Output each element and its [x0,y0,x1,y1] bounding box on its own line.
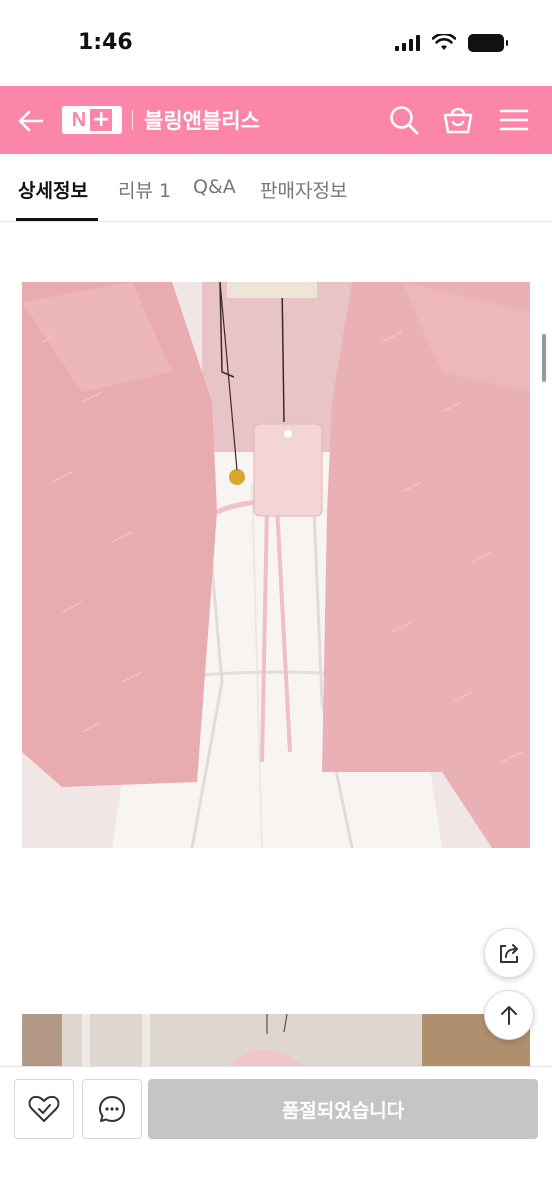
header-divider [132,110,133,130]
shop-name[interactable]: 블링앤블리스 [144,105,260,135]
arrow-up-icon [501,1006,517,1025]
scrollbar[interactable] [542,334,546,382]
battery-icon [468,34,508,52]
wifi-icon [432,34,456,50]
cellular-signal-icon [395,35,420,51]
app-header: N + 블링앤블리스 [0,86,552,154]
share-button[interactable] [484,928,534,978]
status-bar: 1:46 [0,0,552,88]
logo-plus: + [90,107,113,132]
scroll-to-top-button[interactable] [484,990,534,1040]
active-tab-indicator [16,218,98,221]
tab-seller-info[interactable]: 판매자정보 [260,176,347,203]
tab-details[interactable]: 상세정보 [18,176,88,203]
product-tabs: 상세정보 리뷰 1 Q&A 판매자정보 [0,154,552,222]
logo-letter: N [71,108,87,131]
status-time: 1:46 [78,30,133,55]
share-icon [500,944,518,963]
product-image [22,282,530,848]
heart-check-icon [28,1095,60,1122]
nplus-logo[interactable]: N + [62,106,122,134]
shopping-bag-icon[interactable] [442,104,474,136]
product-image-secondary [22,1014,530,1074]
sold-out-button[interactable]: 품절되었습니다 [148,1079,538,1139]
menu-icon[interactable] [498,104,530,136]
chat-button[interactable] [82,1079,142,1139]
status-icons [395,34,508,52]
tab-qna[interactable]: Q&A [193,176,236,198]
wishlist-button[interactable] [14,1079,74,1139]
search-icon[interactable] [388,104,420,136]
back-arrow-icon[interactable] [16,106,46,136]
bottom-action-bar: 품절되었습니다 [0,1066,552,1200]
chat-bubble-icon [99,1096,125,1122]
tab-reviews[interactable]: 리뷰 1 [118,176,171,203]
